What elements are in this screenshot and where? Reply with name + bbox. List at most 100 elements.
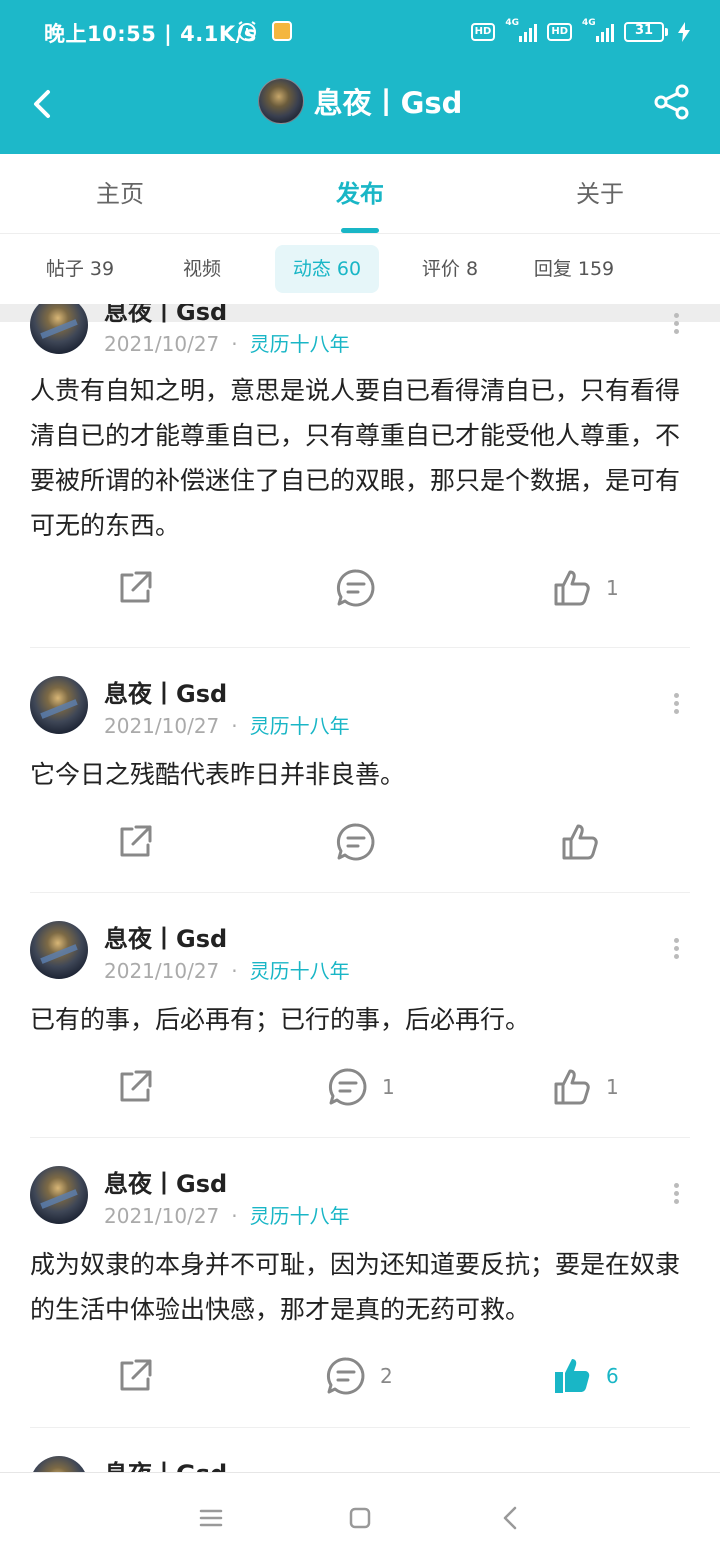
post-tag[interactable]: 灵历十八年 xyxy=(250,332,350,356)
status-right: HD 4G HD 4G 31 xyxy=(470,18,690,46)
avatar[interactable] xyxy=(30,921,88,979)
moments-feed[interactable]: 息夜丨Gsd 2021/10/27 · 灵历十八年 人贵有自知之明，意思是说人要自已… xyxy=(0,304,720,1472)
thumbs-up-icon xyxy=(555,1359,590,1393)
avatar[interactable] xyxy=(30,676,88,734)
post-tag[interactable]: 灵历十八年 xyxy=(250,1204,350,1228)
share-out-icon xyxy=(120,825,152,857)
meta-dot: · xyxy=(231,959,238,983)
list-item: 息夜丨Gsd xyxy=(30,1428,690,1472)
repost-button[interactable] xyxy=(116,818,154,866)
post-text: 已有的事，后必再有；已行的事，后必再行。 xyxy=(30,1005,531,1034)
post-actions: 1 1 xyxy=(30,1063,690,1111)
more-vertical-icon[interactable] xyxy=(670,935,682,963)
tab-about[interactable]: 关于 xyxy=(480,154,720,233)
author-name[interactable]: 息夜丨Gsd xyxy=(104,304,227,327)
avatar[interactable] xyxy=(30,1166,88,1224)
post-text: 它今日之残酷代表昨日并非良善。 xyxy=(30,760,406,789)
list-item: 息夜丨Gsd 2021/10/27 · 灵历十八年 成为奴隶的本身并不可耻，因为还知… xyxy=(30,1138,690,1428)
list-item: 息夜丨Gsd 2021/10/27 · 灵历十八年 它今日之残酷代表昨日并非良善。 xyxy=(30,648,690,893)
post-actions xyxy=(30,818,690,866)
tab-home[interactable]: 主页 xyxy=(0,154,240,233)
page-title: 息夜丨Gsd xyxy=(313,86,463,120)
post-tag[interactable]: 灵历十八年 xyxy=(250,714,350,738)
comment-icon xyxy=(328,1068,367,1106)
post-date: 2021/10/27 xyxy=(104,714,220,738)
comment-icon xyxy=(336,569,375,607)
sub-tabs: 帖子 39 视频 动态 60 评价 8 回复 159 xyxy=(0,234,720,304)
more-vertical-icon[interactable] xyxy=(670,310,682,338)
like-button[interactable]: 6 xyxy=(552,1352,619,1400)
status-time: 晚上10:55 | 4.1K/s xyxy=(44,22,257,46)
repost-button[interactable] xyxy=(116,1352,154,1400)
meta-dot: · xyxy=(231,1204,238,1228)
comment-button[interactable]: 1 xyxy=(328,1063,395,1111)
post-meta: 2021/10/27 · 灵历十八年 xyxy=(104,710,350,739)
subtab-posts[interactable]: 帖子 39 xyxy=(30,245,130,293)
author-name[interactable]: 息夜丨Gsd xyxy=(104,1164,227,1199)
post-actions: 2 6 xyxy=(30,1352,690,1400)
author-name[interactable]: 息夜丨Gsd xyxy=(104,919,227,954)
like-count: 6 xyxy=(606,1364,619,1388)
post-actions: 1 xyxy=(30,564,690,612)
repost-button[interactable] xyxy=(116,564,154,612)
avatar[interactable] xyxy=(30,1456,88,1472)
post-date: 2021/10/27 xyxy=(104,332,220,356)
comment-button[interactable]: 2 xyxy=(326,1352,393,1400)
comment-button[interactable] xyxy=(336,564,390,612)
signal-icon: 4G xyxy=(505,18,538,42)
list-item: 息夜丨Gsd 2021/10/27 · 灵历十八年 人贵有自知之明，意思是说人要自已… xyxy=(30,304,690,648)
like-button[interactable] xyxy=(560,818,614,866)
more-vertical-icon[interactable] xyxy=(670,1180,682,1208)
author-name[interactable]: 息夜丨Gsd xyxy=(104,1454,227,1472)
like-count: 1 xyxy=(606,1075,619,1099)
header-title-group: 息夜丨Gsd xyxy=(0,78,720,124)
post-meta: 2021/10/27 · 灵历十八年 xyxy=(104,1200,350,1229)
alarm-icon xyxy=(238,21,256,41)
signal-icon-2: 4G xyxy=(582,18,614,42)
post-meta: 2021/10/27 · 灵历十八年 xyxy=(104,328,350,357)
more-vertical-icon[interactable] xyxy=(670,690,682,718)
notification-icon xyxy=(272,21,292,41)
meta-dot: · xyxy=(231,332,238,356)
network-label-2: 4G xyxy=(582,18,596,28)
battery-level: 31 xyxy=(634,23,654,38)
subtab-moments[interactable]: 动态 60 xyxy=(275,245,379,293)
home-icon[interactable] xyxy=(345,1503,375,1533)
author-name[interactable]: 息夜丨Gsd xyxy=(104,674,227,709)
comment-icon xyxy=(336,823,375,861)
share-out-icon xyxy=(120,571,152,603)
top-bar: 晚上10:55 | 4.1K/s HD 4G HD 4G 31 息夜丨Gsd xyxy=(0,0,720,154)
status-bar: 晚上10:55 | 4.1K/s HD 4G HD 4G 31 xyxy=(0,0,720,64)
like-count: 1 xyxy=(606,576,619,600)
system-nav-bar xyxy=(0,1472,720,1560)
thumbs-up-icon xyxy=(554,1069,590,1105)
tab-publish[interactable]: 发布 xyxy=(240,154,480,233)
subtab-replies[interactable]: 回复 159 xyxy=(522,245,626,293)
avatar[interactable] xyxy=(30,304,88,354)
battery-icon: 31 xyxy=(624,22,668,42)
post-tag[interactable]: 灵历十八年 xyxy=(250,959,350,983)
comment-icon xyxy=(326,1357,365,1395)
back-icon[interactable] xyxy=(496,1503,526,1533)
repost-button[interactable] xyxy=(116,1063,154,1111)
app-header: 息夜丨Gsd xyxy=(0,64,720,154)
post-date: 2021/10/27 xyxy=(104,959,220,983)
like-button[interactable]: 1 xyxy=(552,1063,619,1111)
thumbs-up-icon xyxy=(562,824,598,860)
avatar xyxy=(257,78,304,124)
share-icon[interactable] xyxy=(652,82,692,122)
comment-count: 1 xyxy=(382,1075,395,1099)
subtab-videos[interactable]: 视频 xyxy=(160,245,244,293)
post-meta: 2021/10/27 · 灵历十八年 xyxy=(104,955,350,984)
list-item: 息夜丨Gsd 2021/10/27 · 灵历十八年 已有的事，后必再有；已行的事，后… xyxy=(30,893,690,1138)
menu-icon[interactable] xyxy=(196,1503,226,1533)
main-tabs: 主页 发布 关于 xyxy=(0,154,720,234)
comment-button[interactable] xyxy=(336,818,390,866)
subtab-reviews[interactable]: 评价 8 xyxy=(404,245,496,293)
share-out-icon xyxy=(120,1070,152,1102)
post-date: 2021/10/27 xyxy=(104,1204,220,1228)
post-text: 成为奴隶的本身并不可耻，因为还知道要反抗；要是在奴隶的生活中体验出快感，那才是真… xyxy=(30,1250,681,1324)
charging-icon xyxy=(678,22,690,42)
meta-dot: · xyxy=(231,714,238,738)
like-button[interactable]: 1 xyxy=(552,564,619,612)
